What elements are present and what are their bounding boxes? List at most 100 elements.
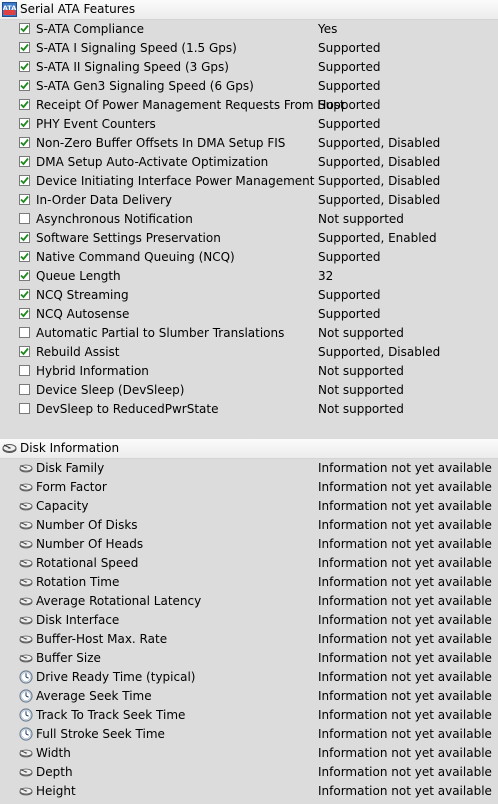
sata-row-ncq-autosense[interactable]: NCQ Autosense Supported	[0, 305, 498, 324]
checkbox-unchecked-icon[interactable]	[19, 327, 30, 338]
feature-name: Device Sleep (DevSleep)	[36, 383, 185, 397]
checkbox-checked-icon[interactable]	[19, 232, 30, 243]
ata-icon: ATA	[2, 2, 17, 17]
disk-row-number-of-heads[interactable]: Number Of Heads Information not yet avail…	[0, 535, 498, 554]
disk-row-form-factor[interactable]: Form Factor Information not yet available	[0, 478, 498, 497]
disk-row-rotation-time[interactable]: Rotation Time Information not yet availab…	[0, 573, 498, 592]
property-value: Information not yet available	[318, 480, 492, 494]
feature-name: In-Order Data Delivery	[36, 193, 173, 207]
sata-row-non-zero-buffer-offsets-in-dma-setup-fis[interactable]: Non-Zero Buffer Offsets In DMA Setup FIS…	[0, 134, 498, 153]
clock-icon	[19, 670, 33, 684]
checkbox-checked-icon[interactable]	[19, 251, 30, 262]
disk-section-header[interactable]: Disk Information	[0, 439, 498, 459]
property-value: Information not yet available	[318, 613, 492, 627]
sata-row-asynchronous-notification[interactable]: Asynchronous Notification Not supported	[0, 210, 498, 229]
feature-value: Supported	[318, 307, 381, 321]
feature-name: S-ATA Gen3 Signaling Speed (6 Gps)	[36, 79, 254, 93]
disk-row-full-stroke-seek-time[interactable]: Full Stroke Seek Time Information not yet…	[0, 725, 498, 744]
checkbox-checked-icon[interactable]	[19, 99, 30, 110]
disk-row-track-to-track-seek-time[interactable]: Track To Track Seek Time Information not …	[0, 706, 498, 725]
clock-icon	[19, 708, 33, 722]
sata-row-receipt-of-power-management-requests-from-host[interactable]: Receipt Of Power Management Requests Fro…	[0, 96, 498, 115]
feature-value: Supported	[318, 41, 381, 55]
sata-row-in-order-data-delivery[interactable]: In-Order Data Delivery Supported, Disable…	[0, 191, 498, 210]
disk-icon	[19, 480, 33, 494]
checkbox-checked-icon[interactable]	[19, 194, 30, 205]
checkbox-checked-icon[interactable]	[19, 289, 30, 300]
feature-name: NCQ Autosense	[36, 307, 130, 321]
disk-row-capacity[interactable]: Capacity Information not yet available	[0, 497, 498, 516]
disk-row-number-of-disks[interactable]: Number Of Disks Information not yet avail…	[0, 516, 498, 535]
property-value: Information not yet available	[318, 689, 492, 703]
sata-row-devsleep-to-reducedpwrstate[interactable]: DevSleep to ReducedPwrState Not supported	[0, 400, 498, 419]
feature-name: S-ATA I Signaling Speed (1.5 Gps)	[36, 41, 237, 55]
sata-row-hybrid-information[interactable]: Hybrid Information Not supported	[0, 362, 498, 381]
checkbox-unchecked-icon[interactable]	[19, 384, 30, 395]
property-value: Information not yet available	[318, 518, 492, 532]
disk-row-rotational-speed[interactable]: Rotational Speed Information not yet avai…	[0, 554, 498, 573]
disk-row-width[interactable]: Width Information not yet available	[0, 744, 498, 763]
disk-row-disk-interface[interactable]: Disk Interface Information not yet availa…	[0, 611, 498, 630]
property-value: Information not yet available	[318, 765, 492, 779]
disk-row-average-rotational-latency[interactable]: Average Rotational Latency Information no…	[0, 592, 498, 611]
clock-icon	[19, 689, 33, 703]
checkbox-checked-icon[interactable]	[19, 137, 30, 148]
checkbox-checked-icon[interactable]	[19, 23, 30, 34]
sata-row-device-initiating-interface-power-management[interactable]: Device Initiating Interface Power Manage…	[0, 172, 498, 191]
disk-row-height[interactable]: Height Information not yet available	[0, 782, 498, 801]
checkbox-checked-icon[interactable]	[19, 175, 30, 186]
sata-row-rebuild-assist[interactable]: Rebuild Assist Supported, Disabled	[0, 343, 498, 362]
disk-row-average-seek-time[interactable]: Average Seek Time Information not yet ava…	[0, 687, 498, 706]
feature-value: Not supported	[318, 383, 404, 397]
sata-row-automatic-partial-to-slumber-translations[interactable]: Automatic Partial to Slumber Translation…	[0, 324, 498, 343]
feature-value: 32	[318, 269, 334, 283]
checkbox-checked-icon[interactable]	[19, 61, 30, 72]
sata-row-queue-length[interactable]: Queue Length 32	[0, 267, 498, 286]
property-name: Disk Interface	[36, 613, 120, 627]
ata-icon-label: ATA	[3, 4, 17, 12]
checkbox-checked-icon[interactable]	[19, 118, 30, 129]
feature-name: DevSleep to ReducedPwrState	[36, 402, 219, 416]
checkbox-checked-icon[interactable]	[19, 346, 30, 357]
property-name: Track To Track Seek Time	[36, 708, 186, 722]
property-value: Information not yet available	[318, 651, 492, 665]
property-value: Information not yet available	[318, 708, 492, 722]
checkbox-checked-icon[interactable]	[19, 270, 30, 281]
sata-row-device-sleep-devsleep[interactable]: Device Sleep (DevSleep) Not supported	[0, 381, 498, 400]
disk-row-buffer-size[interactable]: Buffer Size Information not yet available	[0, 649, 498, 668]
checkbox-unchecked-icon[interactable]	[19, 403, 30, 414]
disk-icon	[19, 556, 33, 570]
feature-value: Supported, Enabled	[318, 231, 437, 245]
feature-value: Supported, Disabled	[318, 193, 441, 207]
disk-icon	[19, 461, 33, 475]
disk-icon	[19, 518, 33, 532]
sata-row-s-ata-i-signaling-speed-1-5-gps[interactable]: S-ATA I Signaling Speed (1.5 Gps) Support…	[0, 39, 498, 58]
disk-information-list: Disk Family Information not yet available…	[0, 459, 498, 801]
sata-section-title: Serial ATA Features	[20, 2, 136, 16]
sata-row-software-settings-preservation[interactable]: Software Settings Preservation Supported,…	[0, 229, 498, 248]
checkbox-checked-icon[interactable]	[19, 42, 30, 53]
feature-value: Supported	[318, 79, 381, 93]
disk-row-disk-family[interactable]: Disk Family Information not yet available	[0, 459, 498, 478]
disk-row-drive-ready-time-typical[interactable]: Drive Ready Time (typical) Information no…	[0, 668, 498, 687]
sata-row-s-ata-ii-signaling-speed-3-gps[interactable]: S-ATA II Signaling Speed (3 Gps) Supporte…	[0, 58, 498, 77]
sata-row-dma-setup-auto-activate-optimization[interactable]: DMA Setup Auto-Activate Optimization Supp…	[0, 153, 498, 172]
checkbox-checked-icon[interactable]	[19, 80, 30, 91]
sata-row-phy-event-counters[interactable]: PHY Event Counters Supported	[0, 115, 498, 134]
checkbox-unchecked-icon[interactable]	[19, 213, 30, 224]
feature-value: Supported	[318, 117, 381, 131]
checkbox-checked-icon[interactable]	[19, 156, 30, 167]
sata-row-native-command-queuing-ncq[interactable]: Native Command Queuing (NCQ) Supported	[0, 248, 498, 267]
sata-section-header[interactable]: ATA Serial ATA Features	[0, 0, 498, 20]
feature-name: Non-Zero Buffer Offsets In DMA Setup FIS	[36, 136, 286, 150]
sata-row-ncq-streaming[interactable]: NCQ Streaming Supported	[0, 286, 498, 305]
disk-row-depth[interactable]: Depth Information not yet available	[0, 763, 498, 782]
sata-row-s-ata-gen3-signaling-speed-6-gps[interactable]: S-ATA Gen3 Signaling Speed (6 Gps) Suppor…	[0, 77, 498, 96]
sata-row-s-ata-compliance[interactable]: S-ATA Compliance Yes	[0, 20, 498, 39]
disk-icon	[19, 746, 33, 760]
disk-row-buffer-host-max-rate[interactable]: Buffer-Host Max. Rate Information not yet…	[0, 630, 498, 649]
feature-value: Supported	[318, 288, 381, 302]
checkbox-unchecked-icon[interactable]	[19, 365, 30, 376]
checkbox-checked-icon[interactable]	[19, 308, 30, 319]
disk-icon	[19, 499, 33, 513]
